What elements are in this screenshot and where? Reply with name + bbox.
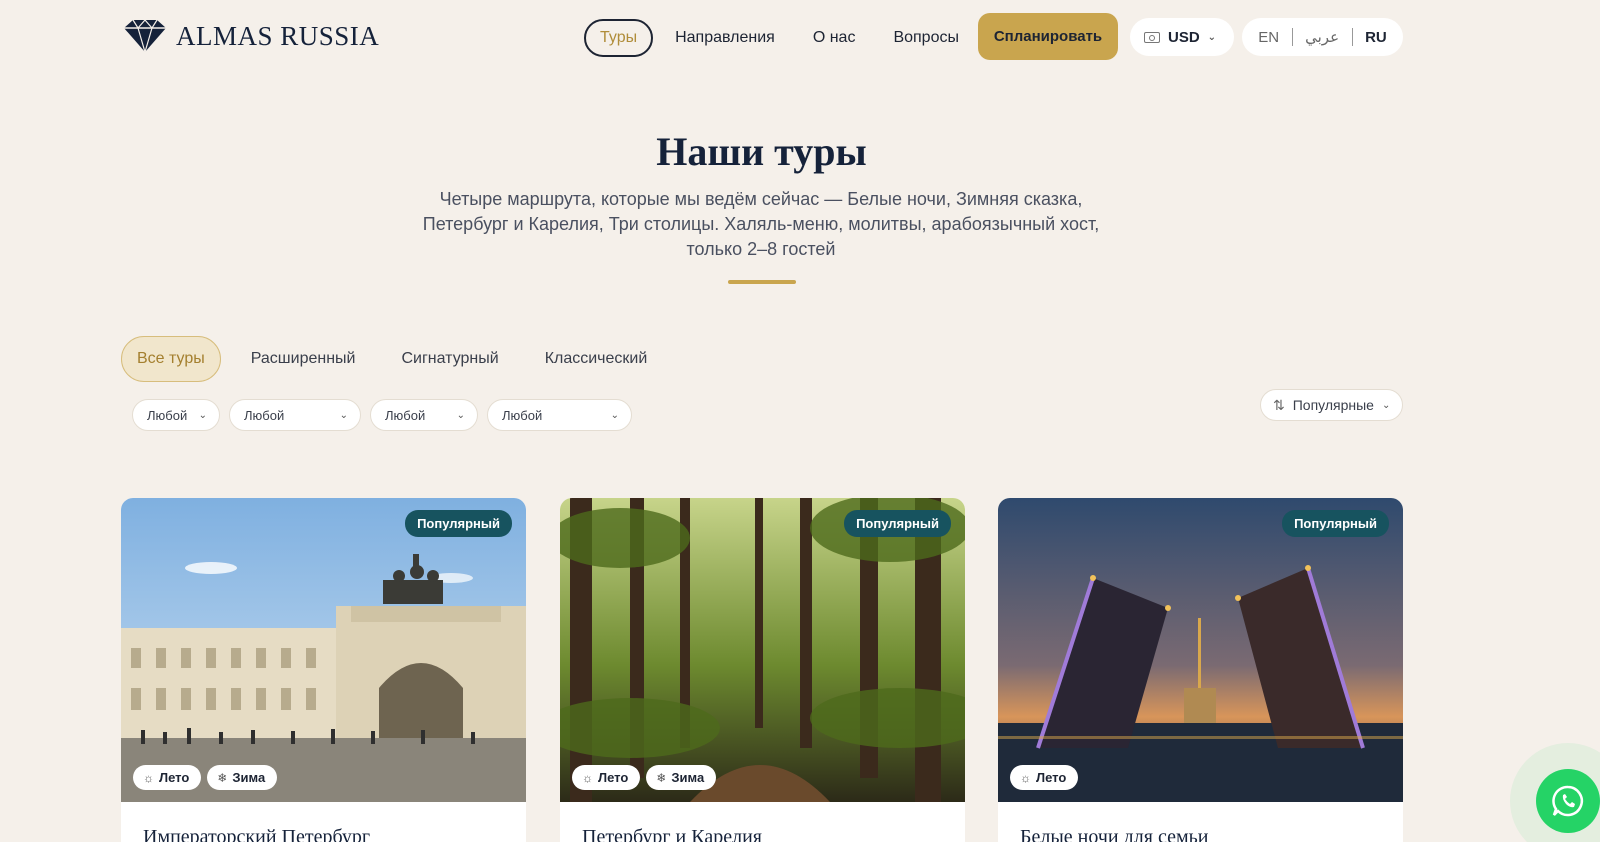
lang-ru[interactable]: RU: [1365, 29, 1387, 46]
tour-card[interactable]: Популярный ☼ Лето Белые ночи для семьи: [998, 498, 1403, 842]
filter-select[interactable]: Любой ⌄: [132, 399, 220, 431]
popular-badge: Популярный: [405, 510, 512, 537]
nav-item-about[interactable]: О нас: [797, 19, 872, 57]
title-underline: [728, 280, 796, 284]
chevron-down-icon: ⌄: [1381, 399, 1391, 411]
sun-icon: ☼: [143, 770, 154, 785]
popular-badge: Популярный: [1282, 510, 1389, 537]
season-label: Зима: [671, 770, 705, 785]
tab-all-tours[interactable]: Все туры: [121, 336, 221, 382]
tab-extended[interactable]: Расширенный: [235, 336, 372, 382]
sun-icon: ☼: [1020, 770, 1031, 785]
sort-select[interactable]: ⇅ Популярные ⌄: [1260, 389, 1403, 421]
tour-image-bridges: Популярный ☼ Лето: [998, 498, 1403, 802]
season-tags: ☼ Лето: [1010, 765, 1079, 790]
brand-name: ALMAS RUSSIA: [176, 20, 380, 51]
currency-value: USD: [1168, 28, 1200, 46]
filter-select[interactable]: Любой ⌄: [229, 399, 361, 431]
tour-card[interactable]: Популярный ☼ Лето ❄ Зима Петербург и Кар…: [560, 498, 965, 842]
divider: [1291, 28, 1293, 46]
page-title: Наши туры: [656, 129, 867, 174]
whatsapp-icon: [1552, 785, 1584, 817]
sort-arrows-icon: ⇅: [1273, 396, 1285, 413]
season-tags: ☼ Лето ❄ Зима: [133, 765, 278, 790]
popular-badge: Популярный: [844, 510, 951, 537]
sort-value: Популярные: [1292, 397, 1374, 413]
sun-icon: ☼: [582, 770, 593, 785]
tab-signature[interactable]: Сигнатурный: [385, 336, 514, 382]
nav-item-tours[interactable]: Туры: [584, 19, 654, 57]
page-subtitle: Четыре маршрута, которые мы ведём сейчас…: [422, 189, 1100, 259]
nav-item-destinations[interactable]: Направления: [659, 19, 791, 57]
season-tags: ☼ Лето ❄ Зима: [572, 765, 717, 790]
season-tag-winter: ❄ Зима: [207, 765, 278, 790]
season-tag-winter: ❄ Зима: [646, 765, 717, 790]
filter-value: Любой: [147, 407, 188, 423]
tour-image-forest: Популярный ☼ Лето ❄ Зима: [560, 498, 965, 802]
season-label: Лето: [598, 770, 629, 785]
main-nav: Туры Направления О нас Вопросы: [584, 19, 975, 57]
season-tag-summer: ☼ Лето: [133, 765, 202, 790]
currency-selector[interactable]: USD ⌄: [1130, 18, 1234, 56]
snowflake-icon: ❄: [656, 770, 667, 785]
whatsapp-button[interactable]: [1536, 769, 1600, 833]
tour-title: Белые ночи для семьи: [1020, 826, 1209, 842]
season-label: Лето: [1036, 770, 1067, 785]
chevron-down-icon: ⌄: [339, 409, 348, 421]
plan-button[interactable]: Спланировать: [978, 13, 1118, 60]
filter-value: Любой: [244, 407, 285, 423]
filter-select[interactable]: Любой ⌄: [487, 399, 632, 431]
money-icon: [1144, 31, 1160, 43]
season-tag-summer: ☼ Лето: [572, 765, 641, 790]
season-label: Зима: [232, 770, 266, 785]
language-switcher: EN عربي RU: [1242, 18, 1403, 56]
filter-value: Любой: [385, 407, 426, 423]
season-tag-summer: ☼ Лето: [1010, 765, 1079, 790]
chevron-down-icon: ⌄: [610, 409, 619, 421]
divider: [1351, 28, 1353, 46]
lang-ar[interactable]: عربي: [1305, 28, 1339, 46]
tour-title: Императорский Петербург: [143, 826, 371, 842]
lang-en[interactable]: EN: [1258, 29, 1279, 46]
season-label: Лето: [159, 770, 190, 785]
filter-select[interactable]: Любой ⌄: [370, 399, 478, 431]
tour-image-palace-square: Популярный ☼ Лето ❄ Зима: [121, 498, 526, 802]
logo[interactable]: ALMAS RUSSIA: [122, 18, 379, 54]
tab-classic[interactable]: Классический: [529, 336, 664, 382]
chevron-down-icon: ⌄: [1207, 31, 1217, 43]
chevron-down-icon: ⌄: [198, 409, 207, 421]
filter-value: Любой: [502, 407, 543, 423]
tier-tabs: Все туры Расширенный Сигнатурный Классич…: [121, 336, 663, 382]
tour-card[interactable]: Популярный ☼ Лето ❄ Зима Императорский П…: [121, 498, 526, 842]
site-header: ALMAS RUSSIA Туры Направления О нас Вопр…: [0, 0, 1600, 74]
snowflake-icon: ❄: [217, 770, 228, 785]
nav-item-faq[interactable]: Вопросы: [877, 19, 975, 57]
chevron-down-icon: ⌄: [456, 409, 465, 421]
diamond-logo-icon: [124, 19, 166, 54]
tour-title: Петербург и Карелия: [582, 826, 762, 842]
